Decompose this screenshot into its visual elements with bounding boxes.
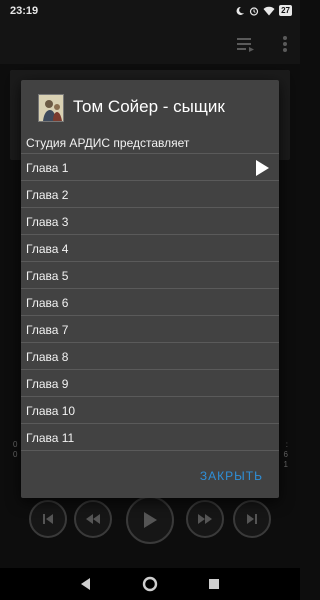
chapter-item[interactable]: Глава 5 [21, 262, 279, 289]
queue-icon[interactable] [236, 34, 256, 54]
chapter-label: Глава 10 [26, 404, 76, 418]
chapter-label: Глава 7 [26, 323, 69, 337]
player-controls [0, 496, 300, 544]
rewind-button[interactable] [74, 500, 112, 538]
chapter-item[interactable]: Глава 9 [21, 370, 279, 397]
dialog-title: Том Сойер - сыщик [73, 97, 225, 116]
moon-icon [236, 6, 245, 15]
book-cover-image [38, 94, 64, 122]
battery-icon: 27 [279, 5, 292, 16]
fast-forward-button[interactable] [186, 500, 224, 538]
chapter-item[interactable]: Глава 4 [21, 235, 279, 262]
play-icon [144, 512, 157, 528]
chapters-dialog: Том Сойер - сыщик Студия АРДИС представл… [21, 80, 279, 498]
alarm-icon [249, 6, 259, 16]
play-icon [256, 160, 269, 176]
rewind-icon [86, 514, 100, 524]
chapter-item[interactable]: Глава 7 [21, 316, 279, 343]
fast-forward-icon [198, 514, 212, 524]
chapter-label: Глава 3 [26, 215, 69, 229]
chapter-label: Глава 2 [26, 188, 69, 202]
dialog-subtitle: Студия АРДИС представляет [26, 136, 190, 150]
chapter-item[interactable]: Глава 3 [21, 208, 279, 235]
chapter-item[interactable]: Глава 6 [21, 289, 279, 316]
status-bar: 23:19 27 [0, 0, 300, 24]
skip-next-button[interactable] [233, 500, 271, 538]
background-left-text: 0 0 [13, 440, 18, 459]
skip-previous-icon [43, 514, 53, 524]
chapter-item[interactable]: Глава 1 [21, 154, 279, 181]
navigation-bar [0, 568, 300, 600]
skip-next-icon [247, 514, 257, 524]
status-time: 23:19 [10, 5, 39, 17]
chapter-label: Глава 11 [26, 431, 75, 445]
chapter-list: Глава 1 Глава 2 Глава 3 Глава 4 Глава 5 Глава… [21, 154, 279, 451]
dialog-subtitle-row[interactable]: Студия АРДИС представляет [21, 132, 279, 154]
chapter-label: Глава 1 [26, 161, 69, 175]
skip-previous-button[interactable] [29, 500, 67, 538]
more-icon[interactable] [282, 34, 288, 54]
app-bar [0, 24, 300, 64]
nav-home-icon[interactable] [142, 576, 158, 592]
wifi-icon [263, 6, 275, 15]
chapter-item[interactable]: Глава 2 [21, 181, 279, 208]
nav-recents-icon[interactable] [206, 576, 222, 592]
chapter-item[interactable]: Глава 8 [21, 343, 279, 370]
nav-back-icon[interactable] [78, 576, 94, 592]
background-right-text: : 6 1 [283, 440, 288, 469]
chapter-label: Глава 5 [26, 269, 69, 283]
status-icons: 27 [235, 5, 292, 16]
chapter-label: Глава 6 [26, 296, 69, 310]
close-button[interactable]: ЗАКРЫТЬ [200, 469, 263, 483]
chapter-label: Глава 4 [26, 242, 69, 256]
dialog-header: Том Сойер - сыщик [21, 80, 279, 130]
chapter-label: Глава 8 [26, 350, 69, 364]
play-pause-button[interactable] [126, 496, 174, 544]
chapter-item[interactable]: Глава 10 [21, 397, 279, 424]
chapter-label: Глава 9 [26, 377, 69, 391]
chapter-item[interactable]: Глава 11 [21, 424, 279, 451]
